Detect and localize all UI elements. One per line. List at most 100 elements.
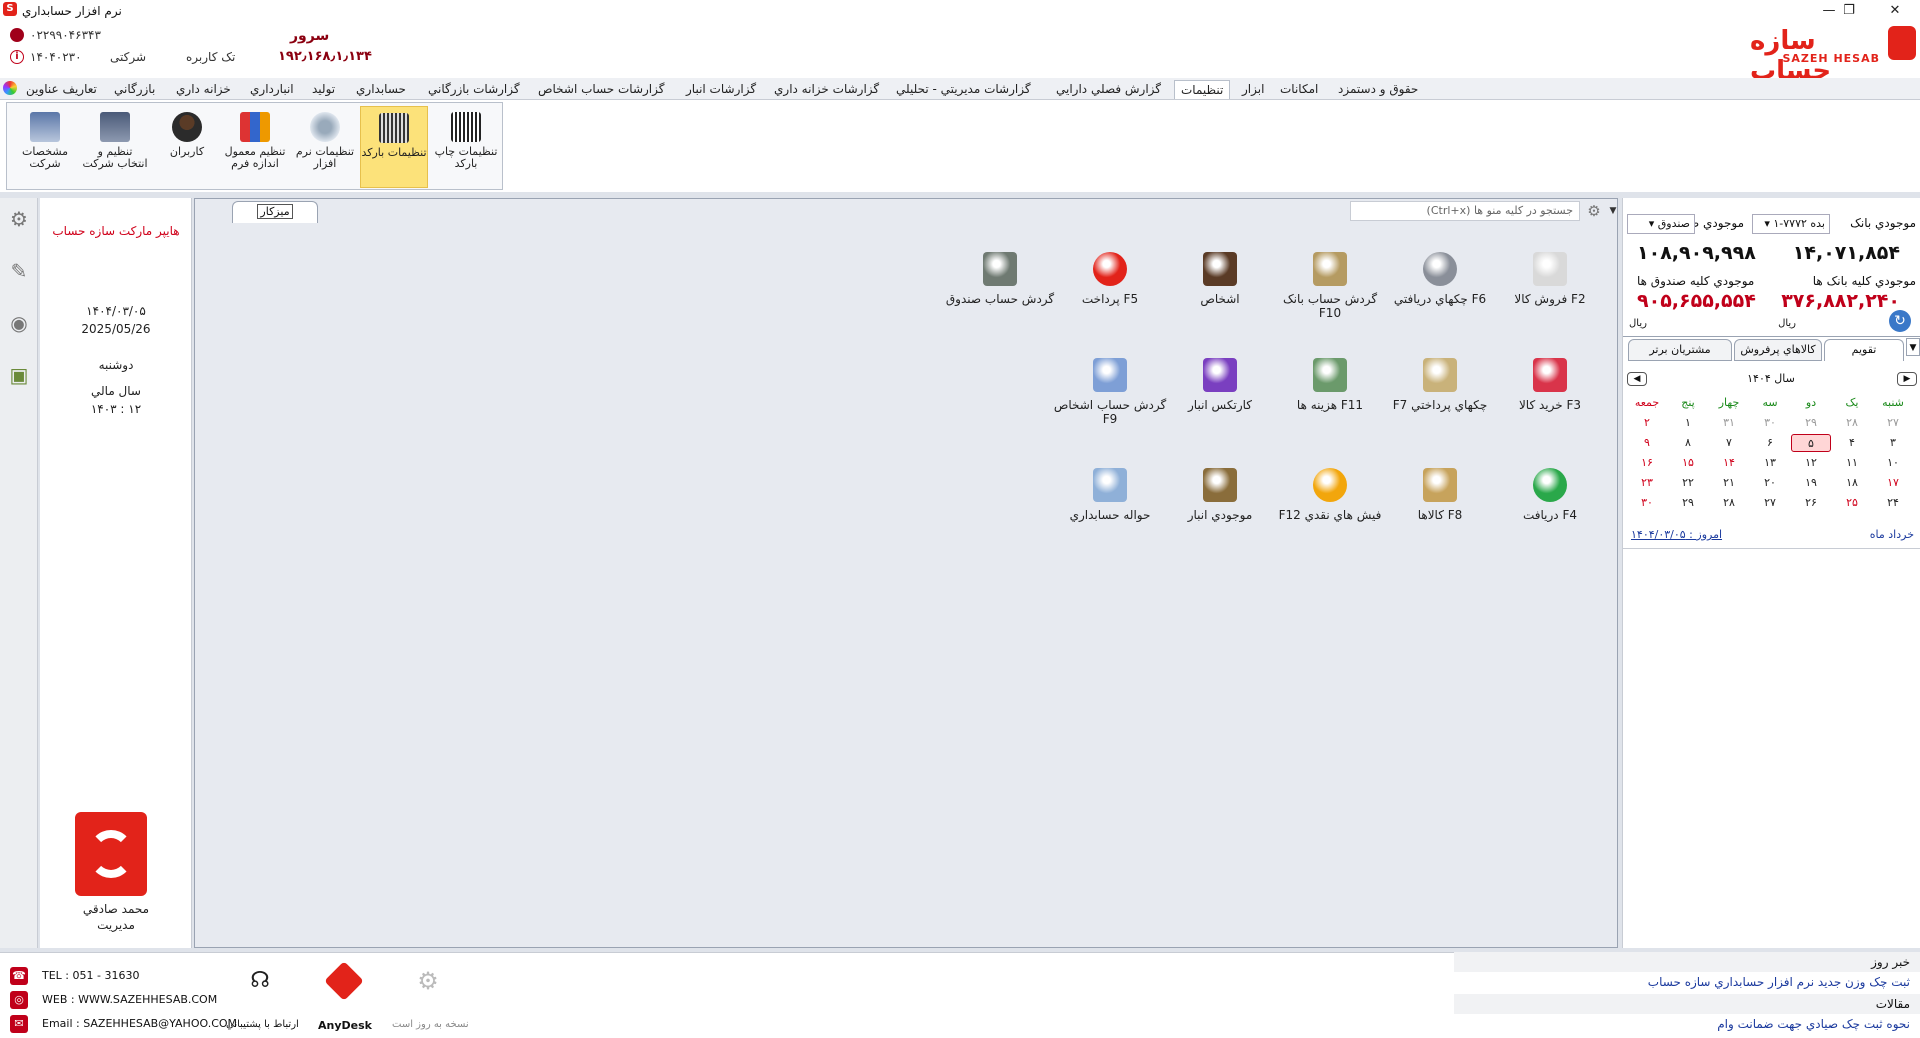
tab-top-customers[interactable]: مشتريان برتر	[1628, 339, 1732, 361]
tab-best-selling[interactable]: کالاهاي پرفروش	[1734, 339, 1822, 361]
calendar-day[interactable]: ۲۴	[1873, 494, 1913, 512]
menu-commerce-reports[interactable]: گزارشات بازرگاني	[422, 80, 526, 99]
calendar-day[interactable]: ۲۱	[1709, 474, 1749, 492]
headset-icon[interactable]: ☊	[246, 967, 274, 995]
next-year-button[interactable]: ▶	[1897, 372, 1917, 386]
calendar-day[interactable]: ۱۸	[1832, 474, 1872, 492]
company-info-button[interactable]: مشخصات شرکت	[11, 106, 79, 188]
calendar-day[interactable]: ۲۶	[1791, 494, 1831, 512]
calendar-day[interactable]: ۲۸	[1832, 414, 1872, 432]
barcode-settings-button[interactable]: تنظيمات بارکد	[360, 106, 428, 188]
restore-button[interactable]: ❐	[1826, 0, 1872, 22]
menu-seasonal-report[interactable]: گزارش فصلي دارايي	[1050, 80, 1167, 99]
shortcut-paid-cheque[interactable]: چکهاي پرداختي F7	[1380, 358, 1500, 412]
calendar-day[interactable]: ۱	[1668, 414, 1708, 432]
shortcut-receive[interactable]: F4 دريافت	[1490, 468, 1610, 522]
menu-production[interactable]: توليد	[306, 80, 341, 99]
today-link[interactable]: امروز : ۱۴۰۴/۰۳/۰۵	[1631, 528, 1722, 541]
shortcut-sale[interactable]: F2 فروش کالا	[1490, 252, 1610, 306]
menu-warehousing[interactable]: انبارداري	[244, 80, 300, 99]
menu-treasury-reports[interactable]: گزارشات خزانه داري	[768, 80, 885, 99]
calendar-day[interactable]: ۱۷	[1873, 474, 1913, 492]
select-company-button[interactable]: تنظيم و انتخاب شرکت	[81, 106, 149, 188]
menu-facilities[interactable]: امکانات	[1274, 80, 1324, 99]
menu-commerce[interactable]: بازرگاني	[108, 80, 161, 99]
menu-accounting[interactable]: حسابداري	[350, 80, 412, 99]
money-icon[interactable]: ▣	[6, 362, 32, 388]
form-size-button[interactable]: تنظيم معمول اندازه فرم	[221, 106, 289, 188]
shortcut-purchase[interactable]: F3 خريد کالا	[1490, 358, 1610, 412]
shortcut-person[interactable]: اشخاص	[1160, 252, 1280, 306]
calendar-day[interactable]: ۱۱	[1832, 454, 1872, 472]
close-button[interactable]: ✕	[1872, 0, 1918, 22]
calendar-day[interactable]: ۱۲	[1791, 454, 1831, 472]
shortcut-voucher[interactable]: حواله حسابداري	[1050, 468, 1170, 522]
menu-definitions[interactable]: تعاريف عناوين	[20, 80, 103, 99]
menu-persons-reports[interactable]: گزارشات حساب اشخاص	[532, 80, 670, 99]
menu-payroll[interactable]: حقوق و دستمزد	[1332, 80, 1424, 99]
shortcut-expense[interactable]: F11 هزينه ها	[1270, 358, 1390, 412]
shortcut-stock[interactable]: موجودي انبار	[1160, 468, 1280, 522]
menu-management-reports[interactable]: گزارشات مديريتي - تحليلي	[890, 80, 1037, 99]
calendar-day[interactable]: ۱۴	[1709, 454, 1749, 472]
calendar-day[interactable]: ۲۳	[1627, 474, 1667, 492]
theme-icon[interactable]	[3, 81, 17, 95]
tab-calendar[interactable]: تقويم	[1824, 339, 1904, 361]
shortcut-cash-slip[interactable]: فيش هاي نقدي F12	[1270, 468, 1390, 522]
chevron-down-icon[interactable]: ▼	[1906, 338, 1920, 356]
calendar-day[interactable]: ۴	[1832, 434, 1872, 452]
calendar-day[interactable]: ۳۰	[1627, 494, 1667, 512]
calendar-day[interactable]: ۲۹	[1668, 494, 1708, 512]
calendar-day[interactable]: ۲۵	[1832, 494, 1872, 512]
shortcut-bank[interactable]: گردش حساب بانک F10	[1270, 252, 1390, 320]
menu-inventory-reports[interactable]: گزارشات انبار	[680, 80, 762, 99]
calendar-day[interactable]: ۶	[1750, 434, 1790, 452]
calendar-day[interactable]: ۱۵	[1668, 454, 1708, 472]
anydesk-label[interactable]: AnyDesk	[318, 1019, 372, 1032]
barcode-print-settings-button[interactable]: تنظيمات چاپ بارکد	[432, 106, 500, 188]
calendar-day[interactable]: ۷	[1709, 434, 1749, 452]
calendar-day[interactable]: ۲۷	[1750, 494, 1790, 512]
article-link[interactable]: نحوه ثبت چک صيادي جهت ضمانت وام	[1454, 1014, 1920, 1034]
shortcut-cardex[interactable]: کارتکس انبار	[1160, 358, 1280, 412]
calendar-day[interactable]: ۳	[1873, 434, 1913, 452]
footer-web[interactable]: WEB : WWW.SAZEHHESAB.COM	[42, 993, 217, 1006]
calendar-day[interactable]: ۱۰	[1873, 454, 1913, 472]
news-link[interactable]: ثبت چک وزن جديد نرم افزار حسابداري سازه …	[1454, 972, 1920, 992]
calendar-day[interactable]: ۲۷	[1873, 414, 1913, 432]
menu-tools[interactable]: ابزار	[1236, 80, 1270, 99]
menu-treasury[interactable]: خزانه داري	[170, 80, 237, 99]
calendar-day[interactable]: ۲۸	[1709, 494, 1749, 512]
shortcut-received-cheque[interactable]: F6 چکهاي دريافتي	[1380, 252, 1500, 306]
anydesk-icon[interactable]	[324, 961, 364, 1001]
calendar-day[interactable]: ۲۹	[1791, 414, 1831, 432]
lightbulb-icon[interactable]: ◉	[6, 310, 32, 336]
prev-year-button[interactable]: ◀	[1627, 372, 1647, 386]
menu-settings[interactable]: تنظيمات	[1174, 80, 1231, 99]
software-settings-button[interactable]: تنظيمات نرم افزار	[291, 106, 359, 188]
chevron-down-icon[interactable]: ▼	[1606, 201, 1620, 221]
calendar-day[interactable]: ۱۶	[1627, 454, 1667, 472]
shortcut-payment[interactable]: F5 پرداخت	[1050, 252, 1170, 306]
footer-email[interactable]: Email : SAZEHHESAB@YAHOO.COM	[42, 1017, 237, 1030]
refresh-icon[interactable]: ↻	[1889, 310, 1911, 332]
tab-desktop[interactable]: ميزکار	[232, 201, 318, 223]
support-link[interactable]: ارتباط با پشتيباني	[226, 1019, 299, 1030]
calendar-day[interactable]: ۵	[1791, 434, 1831, 452]
calendar-day[interactable]: ۸	[1668, 434, 1708, 452]
calendar-day[interactable]: ۱۹	[1791, 474, 1831, 492]
calendar-day[interactable]: ۲	[1627, 414, 1667, 432]
gear-icon[interactable]: ⚙	[6, 206, 32, 232]
shortcut-safe[interactable]: گردش حساب صندوق	[940, 252, 1060, 306]
search-settings-icon[interactable]: ⚙	[1584, 201, 1604, 221]
shortcut-goods[interactable]: F8 کالاها	[1380, 468, 1500, 522]
calendar-day[interactable]: ۳۰	[1750, 414, 1790, 432]
shortcut-persons-account[interactable]: گردش حساب اشخاص F9	[1050, 358, 1170, 426]
bank-account-select[interactable]: بده ۷۷۷۲-۱ ▾	[1752, 214, 1830, 234]
calendar-day[interactable]: ۹	[1627, 434, 1667, 452]
wrench-icon[interactable]: ✎	[6, 258, 32, 284]
cash-box-select[interactable]: صندوق ▾	[1627, 214, 1695, 234]
users-button[interactable]: کاربران	[153, 106, 221, 188]
calendar-day[interactable]: ۲۰	[1750, 474, 1790, 492]
calendar-day[interactable]: ۲۲	[1668, 474, 1708, 492]
